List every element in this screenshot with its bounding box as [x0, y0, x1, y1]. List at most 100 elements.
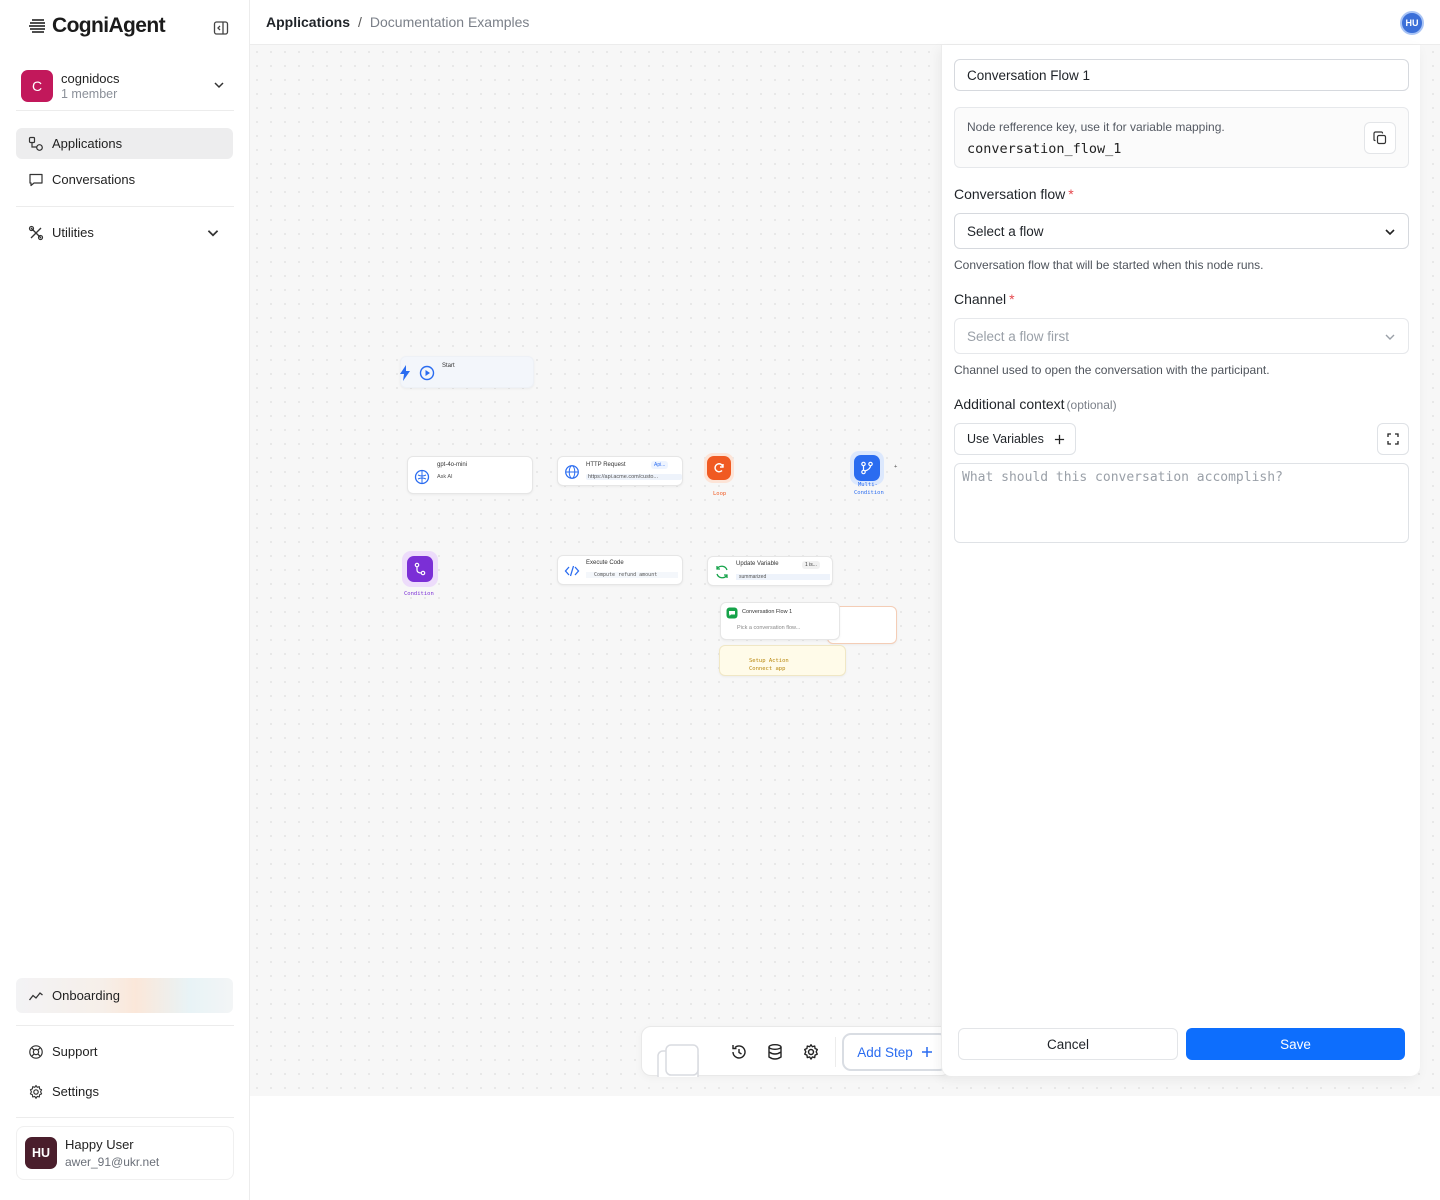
breadcrumb: Applications / Documentation Examples — [266, 14, 529, 30]
sidebar-item-label: Support — [52, 1044, 98, 1059]
brand-logo[interactable]: CogniAgent — [28, 14, 166, 38]
sidebar-item-applications[interactable]: Applications — [16, 128, 233, 159]
node-stack-lower[interactable]: Setup Action Connect app — [719, 645, 846, 676]
label-text: Channel — [954, 291, 1007, 307]
node-ask-ai[interactable]: gpt-4o-mini Ask AI — [407, 456, 533, 494]
node-config-panel: Conversation Flow 1 Node refference key,… — [941, 45, 1420, 1076]
org-members: 1 member — [61, 87, 118, 101]
node-title: Conversation Flow 1 — [742, 609, 793, 615]
sidebar-item-label: Conversations — [52, 172, 136, 187]
copy-button[interactable] — [1364, 122, 1396, 154]
lightning-icon — [400, 365, 410, 381]
sidebar-item-label: Applications — [52, 136, 123, 151]
applications-icon — [28, 136, 43, 151]
chat-bubble-icon — [29, 173, 43, 186]
sidebar: CogniAgent C cognidocs 1 member Applicat… — [0, 0, 250, 1200]
additional-context-textarea[interactable]: What should this conversation accomplish… — [954, 463, 1409, 543]
org-switcher[interactable]: C cognidocs 1 member — [16, 64, 234, 108]
sidebar-divider — [16, 110, 234, 111]
sidebar-item-onboarding[interactable]: Onboarding — [16, 978, 233, 1013]
node-execute-code[interactable]: Execute Code Compute refund amount — [557, 555, 683, 585]
user-profile[interactable]: HU Happy User awer_91@ukr.net — [16, 1126, 234, 1180]
cancel-button[interactable]: Cancel — [958, 1028, 1178, 1060]
use-variables-label: Use Variables — [967, 432, 1044, 446]
node-title: Execute Code — [586, 560, 624, 566]
node-label: Condition — [854, 490, 884, 496]
sidebar-item-conversations[interactable]: Conversations — [16, 164, 233, 195]
gear-icon[interactable] — [802, 1043, 820, 1061]
breadcrumb-separator: / — [358, 14, 362, 30]
node-condition[interactable] — [402, 551, 438, 587]
add-step-button[interactable]: Add Step — [842, 1033, 948, 1071]
node-name-input[interactable]: Conversation Flow 1 — [954, 59, 1409, 91]
org-name: cognidocs — [61, 71, 120, 86]
brain-icon — [414, 469, 430, 485]
app-root: CogniAgent C cognidocs 1 member Applicat… — [0, 0, 1440, 1200]
top-header: Applications / Documentation Examples HU — [250, 0, 1440, 45]
chevron-down-icon — [1385, 229, 1395, 236]
canvas-footer-area — [250, 1096, 1440, 1200]
node-multi-condition[interactable] — [850, 451, 884, 485]
reference-hint: Node refference key, use it for variable… — [967, 120, 1225, 134]
sidebar-item-settings[interactable]: Settings — [16, 1076, 233, 1107]
required-marker: * — [1009, 291, 1015, 307]
fullscreen-icon — [1387, 433, 1399, 445]
node-subtitle: Setup Action — [749, 658, 789, 664]
add-branch-icon[interactable]: + — [894, 464, 897, 470]
node-update-variable[interactable]: Update Variable 1 is... summarized — [707, 556, 833, 586]
plus-icon — [921, 1047, 932, 1057]
sidebar-item-label: Settings — [52, 1084, 99, 1099]
node-http-request[interactable]: HTTP Request Api... https://api.acme.com… — [557, 456, 683, 486]
optional-marker: (optional) — [1066, 398, 1117, 412]
expand-editor-button[interactable] — [1377, 423, 1409, 455]
node-url: https://api.acme.com/custo... — [586, 474, 682, 480]
history-icon[interactable] — [730, 1043, 748, 1061]
select-value: Select a flow first — [967, 328, 1070, 344]
node-model: gpt-4o-mini — [437, 462, 468, 468]
node-badge: 1 is... — [802, 561, 820, 569]
use-variables-button[interactable]: Use Variables — [954, 423, 1076, 455]
branch-icon — [861, 461, 873, 475]
node-subtitle: Compute refund amount — [586, 572, 678, 578]
lifebuoy-icon — [29, 1044, 43, 1059]
header-avatar[interactable]: HU — [1400, 11, 1424, 35]
sidebar-item-support[interactable]: Support — [16, 1036, 233, 1067]
chevron-down-icon — [214, 82, 224, 89]
node-loop[interactable] — [704, 453, 734, 483]
sidebar-divider — [16, 1025, 234, 1026]
trend-chart-icon — [28, 991, 43, 1000]
node-subtitle: Pick a conversation flow... — [737, 625, 801, 631]
gear-icon — [29, 1084, 43, 1099]
tools-icon — [28, 225, 44, 240]
node-subtitle: Connect app — [749, 666, 786, 672]
canvas-toolbar: Add Step — [641, 1026, 951, 1077]
user-name: Happy User — [65, 1137, 134, 1152]
conversation-flow-help: Conversation flow that will be started w… — [954, 258, 1264, 272]
channel-label: Channel * — [954, 291, 1015, 307]
chevron-down-icon — [1385, 334, 1395, 340]
node-conversation-flow[interactable]: Conversation Flow 1 Pick a conversation … — [720, 602, 840, 640]
conversation-flow-select[interactable]: Select a flow — [954, 213, 1409, 249]
user-email: awer_91@ukr.net — [65, 1155, 160, 1169]
sidebar-item-utilities[interactable]: Utilities — [16, 217, 233, 248]
required-marker: * — [1068, 186, 1074, 202]
node-title: Start — [442, 363, 455, 369]
sidebar-collapse-icon[interactable] — [213, 20, 229, 36]
add-step-label: Add Step — [857, 1044, 913, 1060]
label-text: Conversation flow — [954, 186, 1066, 202]
minimap-icon[interactable] — [656, 1041, 702, 1077]
brand-name: CogniAgent — [52, 14, 166, 37]
node-start[interactable]: Start — [400, 356, 534, 388]
channel-help: Channel used to open the conversation wi… — [954, 363, 1270, 377]
reference-key: conversation_flow_1 — [967, 141, 1122, 157]
sidebar-item-label: Onboarding — [52, 988, 120, 1003]
node-label: Condition — [404, 591, 434, 597]
node-reference-box: Node refference key, use it for variable… — [954, 107, 1409, 168]
node-subtitle: summarized — [736, 574, 830, 580]
database-icon[interactable] — [766, 1043, 784, 1061]
breadcrumb-applications[interactable]: Applications — [266, 14, 350, 30]
select-value: Select a flow — [967, 223, 1044, 239]
sync-icon — [716, 565, 728, 579]
node-label: Multi- — [858, 482, 878, 488]
save-button[interactable]: Save — [1186, 1028, 1405, 1060]
